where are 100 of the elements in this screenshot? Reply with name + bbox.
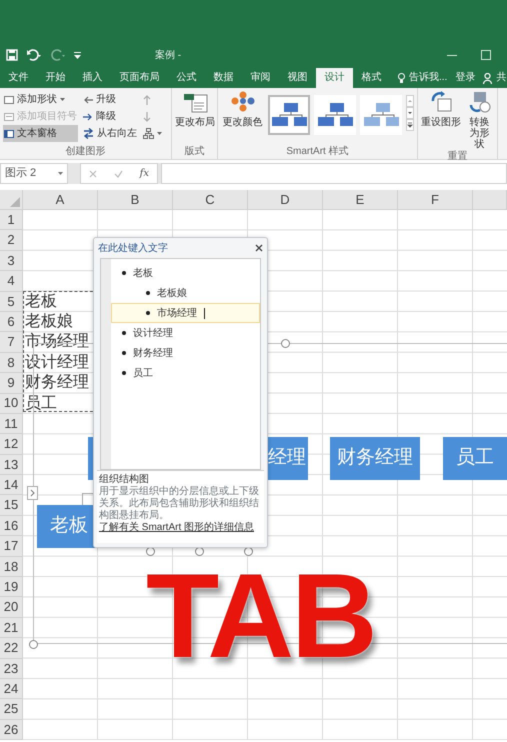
ribbon-tab[interactable]: 开始: [37, 68, 74, 88]
row-header[interactable]: 12: [0, 434, 23, 455]
caret-icon: [58, 172, 63, 175]
ribbon-command[interactable]: [142, 125, 163, 142]
row-header[interactable]: 13: [0, 454, 23, 476]
ribbon-command[interactable]: 转换为形状: [465, 91, 494, 150]
row-header[interactable]: 10: [0, 394, 23, 414]
bullet-icon: [122, 271, 126, 275]
outline-item[interactable]: 老板娘: [111, 283, 260, 303]
row-header[interactable]: 18: [0, 556, 23, 578]
row-header[interactable]: 16: [0, 516, 23, 536]
org-chart-icon: [317, 102, 353, 128]
bullet-list-icon: [4, 112, 14, 122]
row-header[interactable]: 2: [0, 230, 23, 251]
row-header[interactable]: 7: [0, 332, 23, 353]
sign-in-link[interactable]: 登录: [455, 68, 476, 88]
org-chart-shape: 财务经理: [330, 437, 420, 480]
tell-me-search[interactable]: 告诉我...: [409, 68, 448, 88]
ribbon-command[interactable]: 添加形状: [3, 91, 78, 108]
formula-field[interactable]: [161, 163, 507, 184]
row-header[interactable]: 3: [0, 250, 23, 272]
expand-pane-button[interactable]: [27, 486, 38, 500]
ribbon-command[interactable]: 从右向左: [82, 125, 138, 142]
row-header[interactable]: 24: [0, 678, 23, 700]
style-thumbnail[interactable]: [360, 95, 402, 135]
row-header[interactable]: 1: [0, 210, 23, 230]
ribbon-command[interactable]: 降级: [82, 108, 138, 125]
column-header[interactable]: C: [173, 190, 248, 210]
bullet-icon: [122, 371, 126, 375]
ribbon-tab[interactable]: 公式: [168, 68, 205, 88]
group-label: 版式: [184, 145, 206, 159]
corner-triangle-icon: [10, 197, 20, 207]
ribbon-tab[interactable]: 格式: [353, 68, 390, 88]
scroll-down-icon[interactable]: [406, 107, 414, 119]
row-header[interactable]: 21: [0, 618, 23, 638]
style-thumbnail[interactable]: [314, 95, 356, 135]
ribbon-tab[interactable]: 设计: [316, 68, 353, 88]
close-icon[interactable]: [255, 244, 263, 252]
row-header[interactable]: 19: [0, 577, 23, 598]
resize-handle[interactable]: [29, 640, 38, 649]
org-chart-shape: 员工: [443, 437, 507, 480]
column-header[interactable]: A: [23, 190, 98, 210]
ribbon-tab[interactable]: 文件: [0, 68, 37, 88]
row-header[interactable]: 22: [0, 638, 23, 659]
outline-item[interactable]: 老板: [111, 263, 260, 283]
caret-icon: [157, 132, 162, 135]
row-header[interactable]: 15: [0, 495, 23, 516]
insert-function-button[interactable]: fx: [140, 166, 149, 181]
row-header[interactable]: 17: [0, 536, 23, 557]
row-header[interactable]: 5: [0, 292, 23, 312]
ribbon-tab[interactable]: 审阅: [242, 68, 279, 88]
table-cell: 老板: [25, 292, 57, 312]
ribbon-command[interactable]: 更改颜色: [221, 91, 264, 145]
bullet-icon: [122, 351, 126, 355]
down-arrow-icon: [143, 112, 151, 122]
share-button[interactable]: 共: [496, 68, 506, 88]
row-header[interactable]: 25: [0, 699, 23, 720]
reset-graphic-icon: [429, 91, 453, 113]
ribbon-tab[interactable]: 页面布局: [111, 68, 168, 88]
row-header[interactable]: 26: [0, 720, 23, 740]
row-header[interactable]: 11: [0, 414, 23, 434]
column-header[interactable]: B: [98, 190, 173, 210]
outline-item[interactable]: 市场经理: [111, 303, 260, 323]
save-icon[interactable]: [6, 49, 18, 61]
undo-icon[interactable]: [26, 49, 42, 61]
column-header[interactable]: D: [248, 190, 323, 210]
table-cell: 老板娘: [25, 312, 73, 332]
redo-icon[interactable]: [50, 49, 66, 61]
bullet-icon: [122, 331, 126, 335]
ribbon-command[interactable]: 更改布局: [175, 91, 215, 145]
maximize-icon[interactable]: [481, 50, 491, 60]
customize-caret-icon[interactable]: [74, 51, 81, 59]
outline-item[interactable]: 财务经理: [111, 343, 260, 363]
style-thumbnail[interactable]: [268, 95, 310, 135]
outline-item[interactable]: 设计经理: [111, 323, 260, 343]
row-header[interactable]: 4: [0, 271, 23, 292]
ribbon-command[interactable]: 重设图形: [421, 91, 461, 150]
row-header[interactable]: 8: [0, 352, 23, 374]
row-header[interactable]: 6: [0, 312, 23, 332]
ribbon-command[interactable]: 升级: [82, 91, 138, 108]
add-shape-icon: [4, 94, 14, 104]
row-header[interactable]: 9: [0, 373, 23, 394]
row-header[interactable]: 14: [0, 475, 23, 496]
ribbon-tab[interactable]: 插入: [74, 68, 111, 88]
group-label: 创建图形: [64, 145, 106, 159]
ribbon-command[interactable]: 文本窗格: [3, 125, 78, 142]
row-header[interactable]: 20: [0, 597, 23, 618]
table-cell: 财务经理: [25, 373, 89, 394]
column-header[interactable]: F: [398, 190, 473, 210]
resize-handle[interactable]: [281, 339, 290, 348]
outline-item[interactable]: 员工: [111, 363, 260, 383]
more-styles-icon[interactable]: [406, 119, 414, 131]
layout-icon: [182, 91, 208, 113]
row-header[interactable]: 23: [0, 658, 23, 679]
ribbon-tab[interactable]: 数据: [205, 68, 242, 88]
ribbon-tab[interactable]: 视图: [279, 68, 316, 88]
bullet-icon: [146, 311, 150, 315]
column-header[interactable]: E: [323, 190, 398, 210]
name-box[interactable]: 图示 2: [0, 163, 68, 184]
convert-shape-icon: [468, 91, 492, 113]
